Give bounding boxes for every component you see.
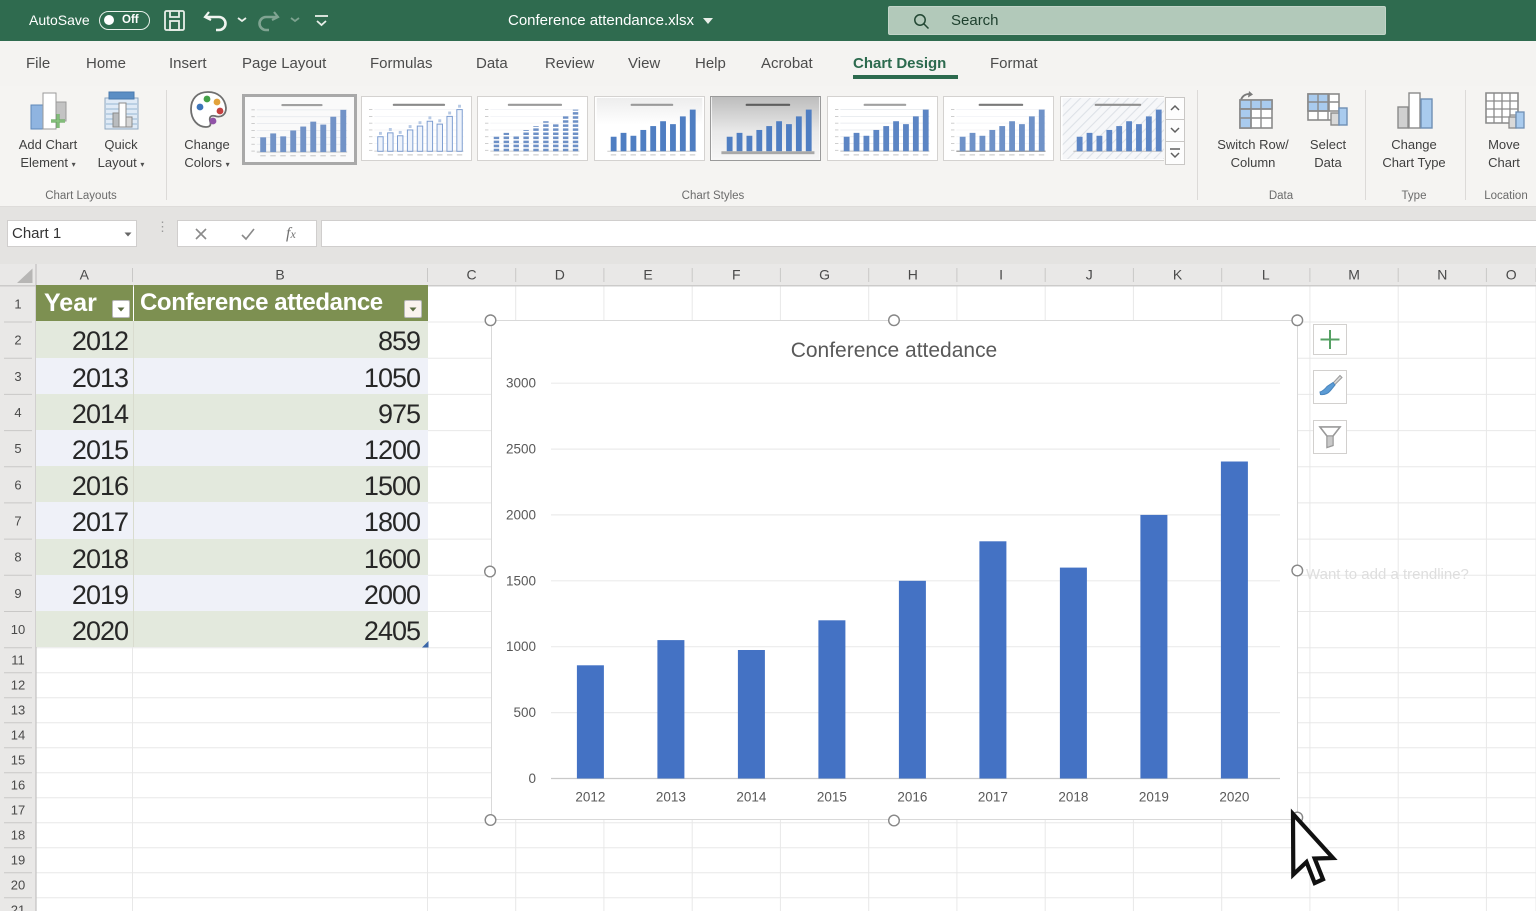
svg-text:H: H <box>908 266 918 282</box>
svg-text:2000: 2000 <box>506 507 536 522</box>
svg-text:L: L <box>1262 266 1270 282</box>
svg-text:3: 3 <box>14 368 21 383</box>
svg-text:D: D <box>555 266 565 282</box>
svg-text:1500: 1500 <box>506 573 536 588</box>
svg-text:20: 20 <box>11 877 25 892</box>
svg-text:2020: 2020 <box>1219 789 1249 804</box>
svg-text:2015: 2015 <box>816 789 846 804</box>
svg-text:G: G <box>819 266 830 282</box>
svg-text:2019: 2019 <box>1138 789 1168 804</box>
svg-text:19: 19 <box>11 852 25 867</box>
svg-text:C: C <box>467 266 477 282</box>
svg-text:14: 14 <box>11 727 25 742</box>
svg-text:2017: 2017 <box>977 789 1007 804</box>
svg-text:M: M <box>1348 266 1360 282</box>
svg-text:7: 7 <box>14 513 21 528</box>
svg-text:21: 21 <box>11 902 25 911</box>
svg-text:18: 18 <box>11 827 25 842</box>
svg-text:2: 2 <box>14 332 21 347</box>
svg-text:2013: 2013 <box>655 789 685 804</box>
svg-text:500: 500 <box>513 705 536 720</box>
svg-text:2016: 2016 <box>897 789 927 804</box>
svg-text:11: 11 <box>11 652 25 667</box>
svg-text:1: 1 <box>14 296 21 311</box>
svg-text:2500: 2500 <box>506 442 536 457</box>
svg-text:16: 16 <box>11 777 25 792</box>
svg-text:17: 17 <box>11 802 25 817</box>
svg-text:Conference attedance: Conference attedance <box>790 339 997 362</box>
svg-text:15: 15 <box>11 752 25 767</box>
svg-text:5: 5 <box>14 441 21 456</box>
svg-text:3000: 3000 <box>506 376 536 391</box>
svg-text:2014: 2014 <box>736 789 766 804</box>
svg-text:10: 10 <box>11 622 25 637</box>
svg-text:I: I <box>999 266 1003 282</box>
svg-text:13: 13 <box>11 702 25 717</box>
svg-text:9: 9 <box>14 585 21 600</box>
svg-text:A: A <box>80 266 90 282</box>
svg-text:8: 8 <box>14 549 21 564</box>
svg-text:4: 4 <box>14 405 21 420</box>
svg-text:1000: 1000 <box>506 639 536 654</box>
svg-text:N: N <box>1437 266 1447 282</box>
svg-text:F: F <box>732 266 741 282</box>
svg-text:O: O <box>1506 266 1517 282</box>
svg-text:2018: 2018 <box>1058 789 1088 804</box>
svg-text:6: 6 <box>14 477 21 492</box>
svg-text:2012: 2012 <box>575 789 605 804</box>
svg-text:12: 12 <box>11 677 25 692</box>
svg-text:K: K <box>1173 266 1183 282</box>
svg-text:E: E <box>643 266 652 282</box>
svg-text:0: 0 <box>528 771 536 786</box>
svg-text:J: J <box>1086 266 1093 282</box>
svg-text:B: B <box>275 266 284 282</box>
